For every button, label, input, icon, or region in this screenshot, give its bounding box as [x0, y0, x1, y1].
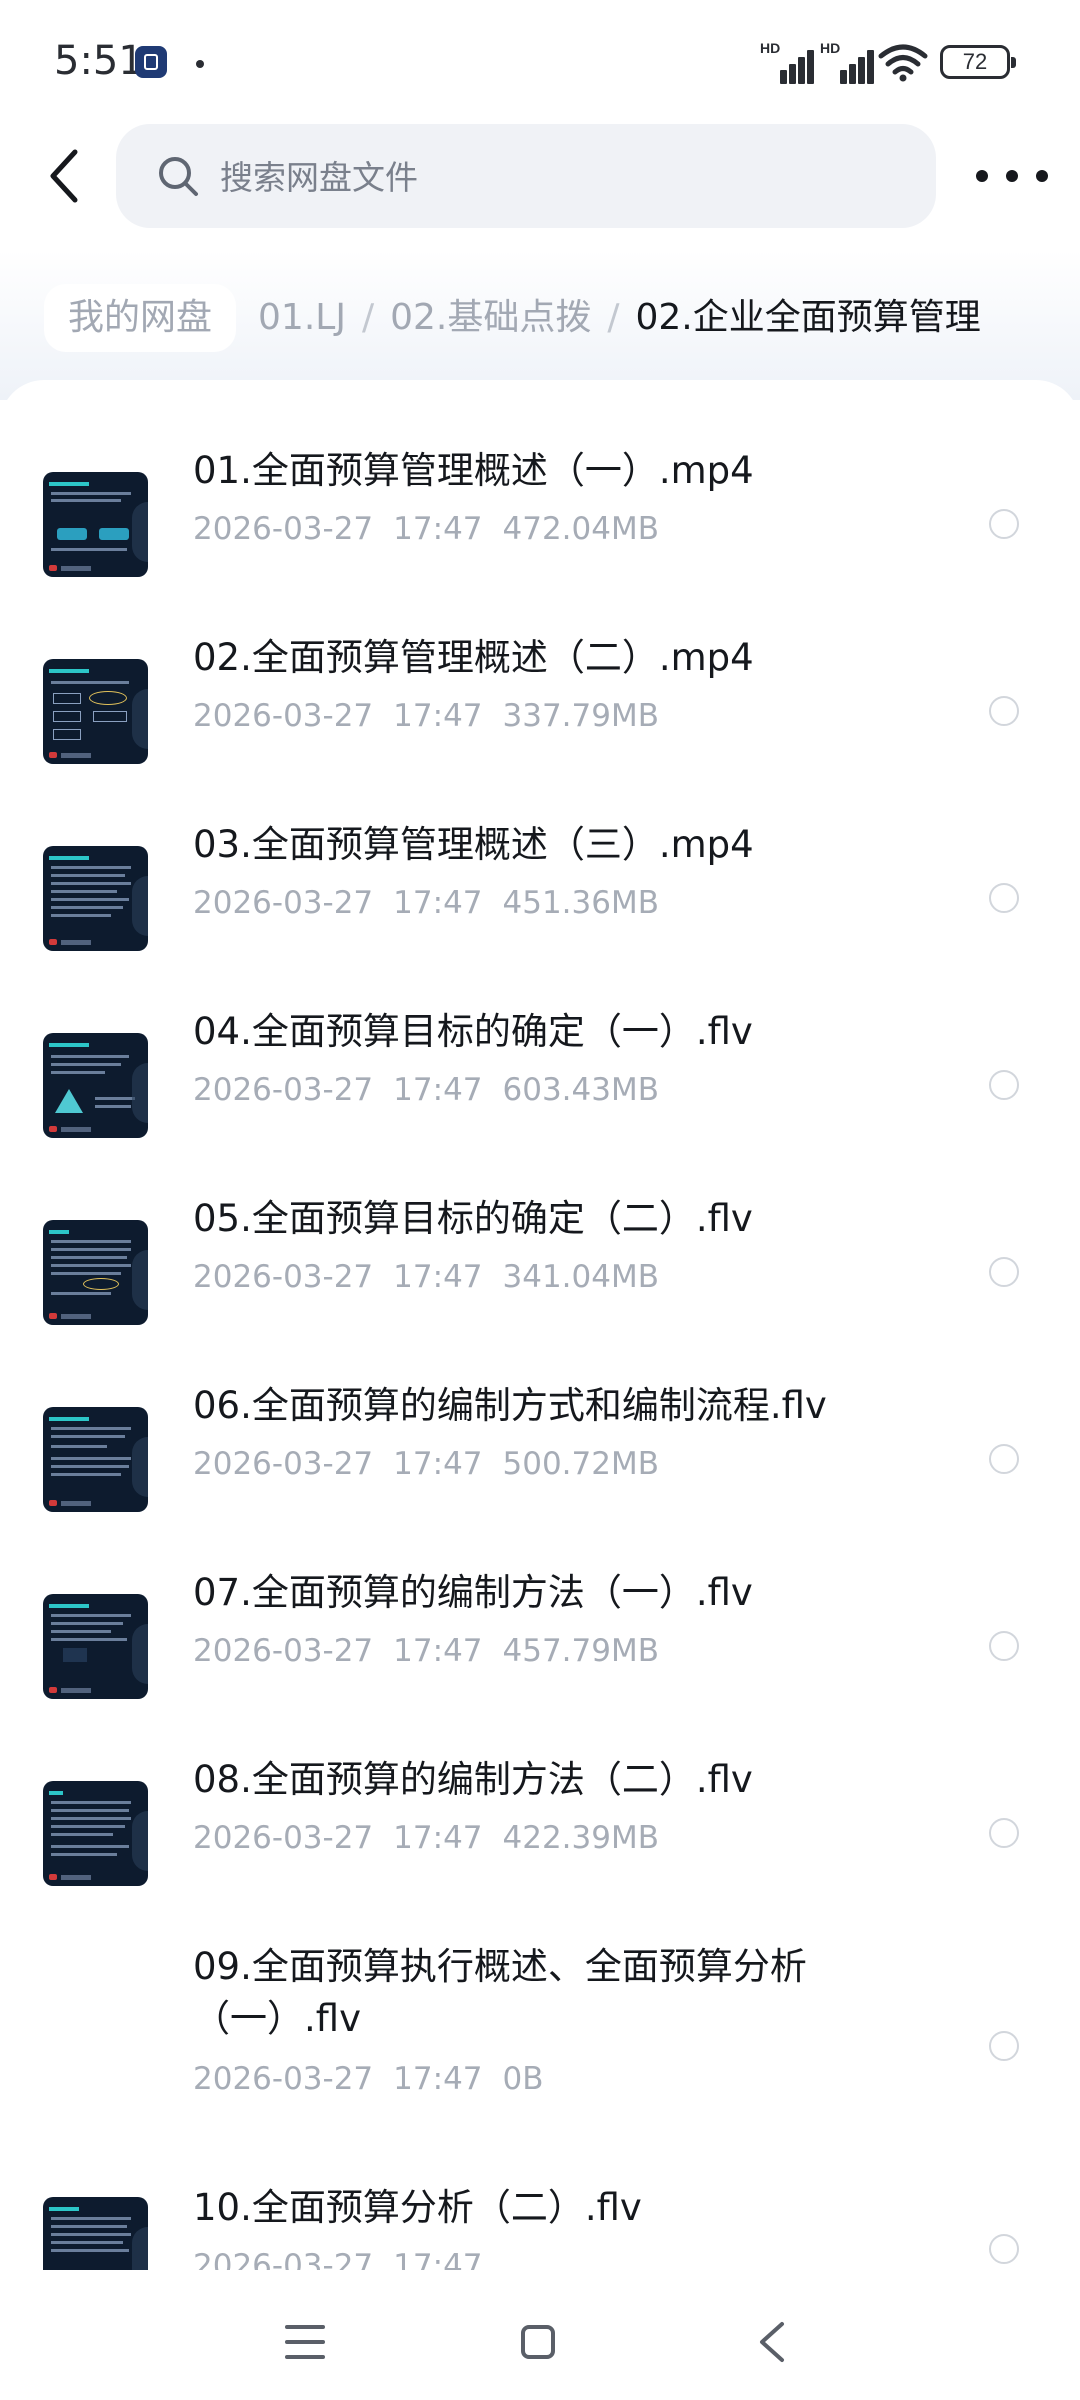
file-time: 17:47 [393, 885, 483, 921]
select-checkbox[interactable] [989, 2031, 1019, 2061]
select-checkbox[interactable] [989, 1257, 1019, 1287]
file-name: 01.全面预算管理概述（一）.mp4 [193, 449, 754, 492]
file-size: 603.43MB [502, 1072, 659, 1108]
video-thumbnail [43, 846, 148, 951]
file-time: 17:47 [393, 1259, 483, 1295]
file-time: 17:47 [393, 1072, 483, 1108]
status-bar: 5:51 HD HD 72 [0, 0, 1080, 120]
select-checkbox[interactable] [989, 1631, 1019, 1661]
select-checkbox[interactable] [989, 1444, 1019, 1474]
file-name: 04.全面预算目标的确定（一）.flv [193, 1010, 753, 1053]
hd-label: HD [820, 40, 841, 56]
file-date: 2026-03-27 [193, 1633, 374, 1669]
file-meta: 2026-03-27 17:47 422.39MB [193, 1820, 679, 1856]
file-date: 2026-03-27 [193, 1446, 374, 1482]
system-nav-bar [0, 2270, 1080, 2400]
select-checkbox[interactable] [989, 883, 1019, 913]
file-list: 01.全面预算管理概述（一）.mp4 2026-03-27 17:47 472.04… [0, 380, 1080, 2270]
video-thumbnail [43, 472, 148, 577]
file-name: 10.全面预算分析（二）.flv [193, 2186, 642, 2229]
search-input[interactable] [218, 146, 902, 208]
file-size: 0B [502, 2061, 544, 2097]
file-date: 2026-03-27 [193, 511, 374, 547]
file-date: 2026-03-27 [193, 1259, 374, 1295]
file-date: 2026-03-27 [193, 885, 374, 921]
file-size: 341.04MB [502, 1259, 659, 1295]
video-thumbnail [43, 659, 148, 764]
file-date: 2026-03-27 [193, 1820, 374, 1856]
search-icon [159, 157, 198, 196]
file-time: 17:47 [393, 1633, 483, 1669]
back-button[interactable] [34, 136, 94, 216]
file-size: 422.39MB [502, 1820, 659, 1856]
home-square-icon[interactable] [521, 2325, 555, 2359]
file-meta: 2026-03-27 17:47 0B [193, 2061, 564, 2097]
file-meta: 2026-03-27 17:47 341.04MB [193, 1259, 679, 1295]
select-checkbox[interactable] [989, 2234, 1019, 2264]
wifi-icon [878, 44, 928, 82]
more-dots-icon[interactable] [976, 150, 1048, 202]
status-time: 5:51 [54, 38, 144, 84]
file-time: 17:47 [393, 2061, 483, 2097]
file-size: 472.04MB [502, 511, 659, 547]
file-time: 17:47 [393, 511, 483, 547]
file-time: 17:47 [393, 1446, 483, 1482]
file-meta: 2026-03-27 17:47 337.79MB [193, 698, 679, 734]
select-checkbox[interactable] [989, 696, 1019, 726]
signal-icon: HD [760, 40, 816, 84]
select-checkbox[interactable] [989, 509, 1019, 539]
file-meta: 2026-03-27 17:47 457.79MB [193, 1633, 679, 1669]
video-thumbnail [43, 1407, 148, 1512]
file-name: 08.全面预算的编制方法（二）.flv [193, 1758, 753, 1801]
video-thumbnail [43, 1033, 148, 1138]
hd-label: HD [760, 40, 781, 56]
file-name: 05.全面预算目标的确定（二）.flv [193, 1197, 753, 1240]
file-size: 457.79MB [502, 1633, 659, 1669]
file-date: 2026-03-27 [193, 698, 374, 734]
file-name: 03.全面预算管理概述（三）.mp4 [193, 823, 754, 866]
file-name: 06.全面预算的编制方式和编制流程.flv [193, 1384, 827, 1427]
select-checkbox[interactable] [989, 1818, 1019, 1848]
search-bar[interactable] [116, 124, 936, 228]
back-triangle-icon[interactable] [752, 2320, 792, 2364]
file-date: 2026-03-27 [193, 2248, 374, 2270]
video-thumbnail [43, 1220, 148, 1325]
video-thumbnail [43, 2197, 148, 2270]
file-size: 500.72MB [502, 1446, 659, 1482]
notification-dot-icon [196, 60, 204, 68]
breadcrumb-separator: / [607, 297, 620, 338]
battery-icon: 72 [940, 45, 1016, 79]
file-meta: 2026-03-27 17:47 603.43MB [193, 1072, 679, 1108]
video-thumbnail [43, 1781, 148, 1886]
breadcrumb-item[interactable]: 02.基础点拨 [390, 284, 591, 352]
video-thumbnail [43, 1594, 148, 1699]
file-date: 2026-03-27 [193, 2061, 374, 2097]
file-date: 2026-03-27 [193, 1072, 374, 1108]
file-name: 09.全面预算执行概述、全面预算分析（一）.flv [193, 1945, 807, 2040]
file-meta: 2026-03-27 17:47 [193, 2248, 523, 2270]
breadcrumb-current: 02.企业全面预算管理 [635, 297, 981, 338]
breadcrumb-item[interactable]: 01.LJ [258, 284, 346, 352]
menu-icon[interactable] [285, 2325, 325, 2359]
file-time: 17:47 [393, 2248, 483, 2270]
file-time: 17:47 [393, 1820, 483, 1856]
select-checkbox[interactable] [989, 1070, 1019, 1100]
breadcrumb: 我的网盘 01.LJ / 02.基础点拨 / 02.企业全面预算管理 [44, 284, 981, 352]
chevron-left-icon [50, 149, 78, 203]
file-name: 07.全面预算的编制方法（一）.flv [193, 1571, 753, 1614]
file-size: 451.36MB [502, 885, 659, 921]
file-meta: 2026-03-27 17:47 451.36MB [193, 885, 679, 921]
signal-icon: HD [820, 40, 876, 84]
file-name: 02.全面预算管理概述（二）.mp4 [193, 636, 754, 679]
breadcrumb-separator: / [361, 297, 375, 338]
breadcrumb-root[interactable]: 我的网盘 [44, 284, 237, 352]
file-meta: 2026-03-27 17:47 500.72MB [193, 1446, 679, 1482]
file-meta: 2026-03-27 17:47 472.04MB [193, 511, 679, 547]
file-size: 337.79MB [502, 698, 659, 734]
app-notification-icon [135, 46, 167, 78]
file-time: 17:47 [393, 698, 483, 734]
